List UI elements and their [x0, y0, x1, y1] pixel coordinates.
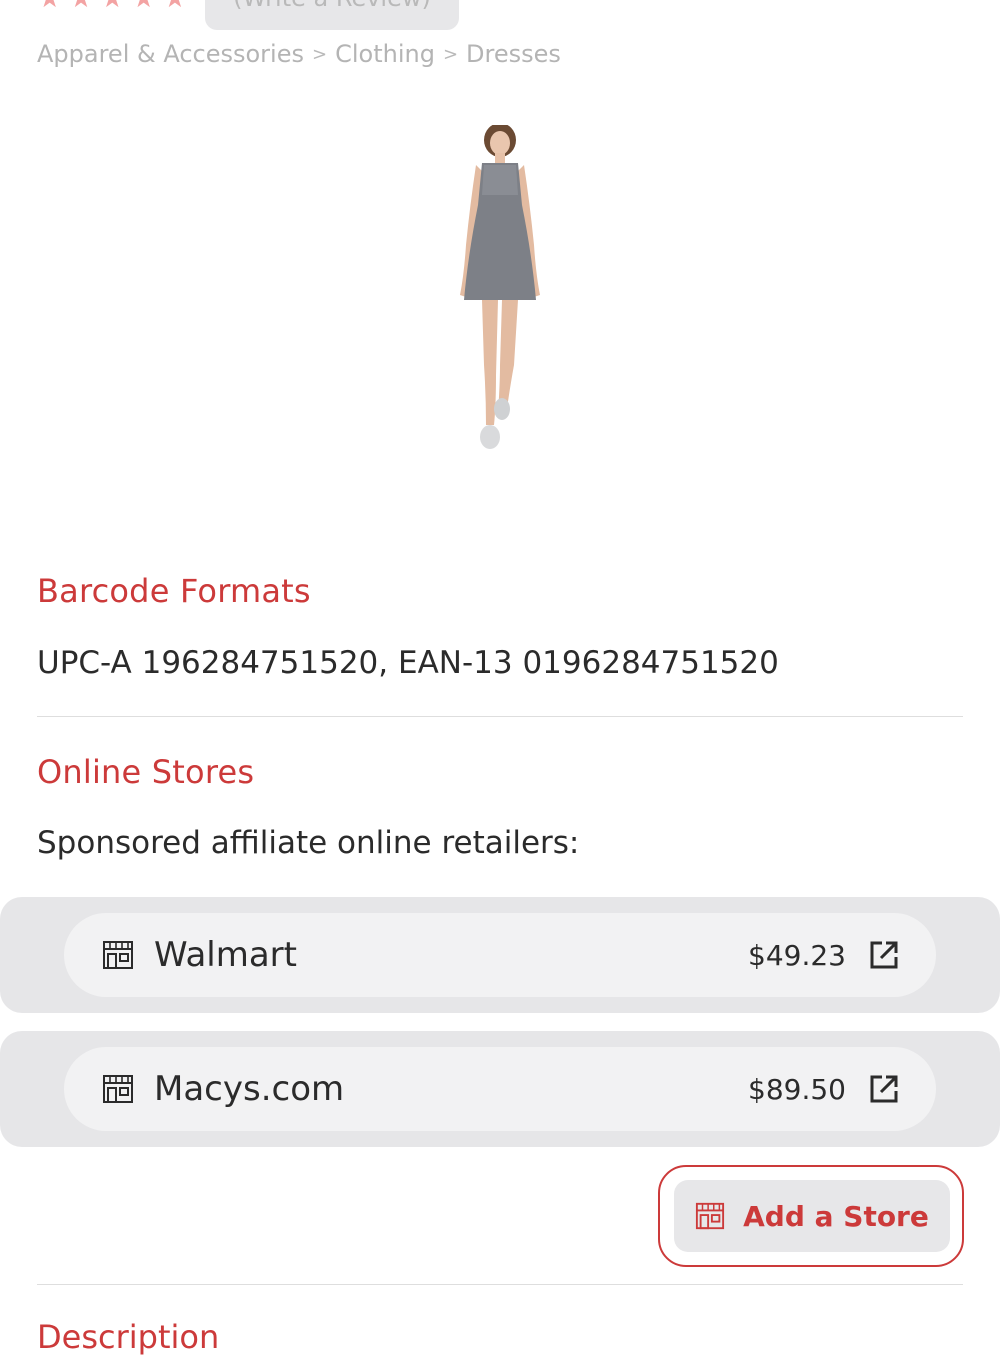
add-store-focus-ring: Add a Store — [658, 1165, 964, 1267]
chevron-right-icon: > — [312, 43, 328, 65]
external-link-icon[interactable] — [868, 939, 900, 971]
write-review-button[interactable]: (Write a Review) — [205, 0, 459, 30]
store-price: $89.50 — [748, 1072, 846, 1106]
add-store-label: Add a Store — [743, 1199, 929, 1233]
breadcrumb-item-dresses[interactable]: Dresses — [466, 40, 561, 68]
store-icon — [696, 1202, 725, 1230]
store-row-macys[interactable]: Macys.com $89.50 — [64, 1047, 936, 1131]
barcode-values: UPC-A 196284751520, EAN-13 0196284751520 — [37, 645, 779, 681]
store-row-walmart[interactable]: Walmart $49.23 — [64, 913, 936, 997]
breadcrumb: Apparel & Accessories > Clothing > Dress… — [37, 40, 561, 68]
store-price: $49.23 — [748, 938, 846, 972]
breadcrumb-item-clothing[interactable]: Clothing — [335, 40, 435, 68]
star-icon: ★ — [38, 0, 61, 12]
store-name: Walmart — [154, 935, 297, 975]
store-icon — [103, 1075, 133, 1103]
star-icon: ★ — [163, 0, 186, 12]
breadcrumb-item-apparel[interactable]: Apparel & Accessories — [37, 40, 304, 68]
description-title: Description — [37, 1318, 220, 1356]
store-card-macys: Macys.com $89.50 — [0, 1031, 1000, 1147]
external-link-icon[interactable] — [868, 1073, 900, 1105]
star-icon: ★ — [132, 0, 155, 12]
store-name: Macys.com — [154, 1069, 345, 1109]
add-store-button[interactable]: Add a Store — [674, 1180, 950, 1252]
star-icon: ★ — [101, 0, 124, 12]
rating-stars: ★ ★ ★ ★ ★ — [38, 0, 187, 12]
divider — [37, 1284, 963, 1285]
divider — [37, 716, 963, 717]
store-icon — [103, 941, 133, 969]
product-image — [460, 125, 540, 449]
online-stores-subtitle: Sponsored affiliate online retailers: — [37, 825, 580, 861]
online-stores-title: Online Stores — [37, 753, 255, 791]
barcode-formats-title: Barcode Formats — [37, 572, 311, 610]
store-card-walmart: Walmart $49.23 — [0, 897, 1000, 1013]
chevron-right-icon: > — [442, 43, 459, 65]
star-icon: ★ — [69, 0, 92, 12]
